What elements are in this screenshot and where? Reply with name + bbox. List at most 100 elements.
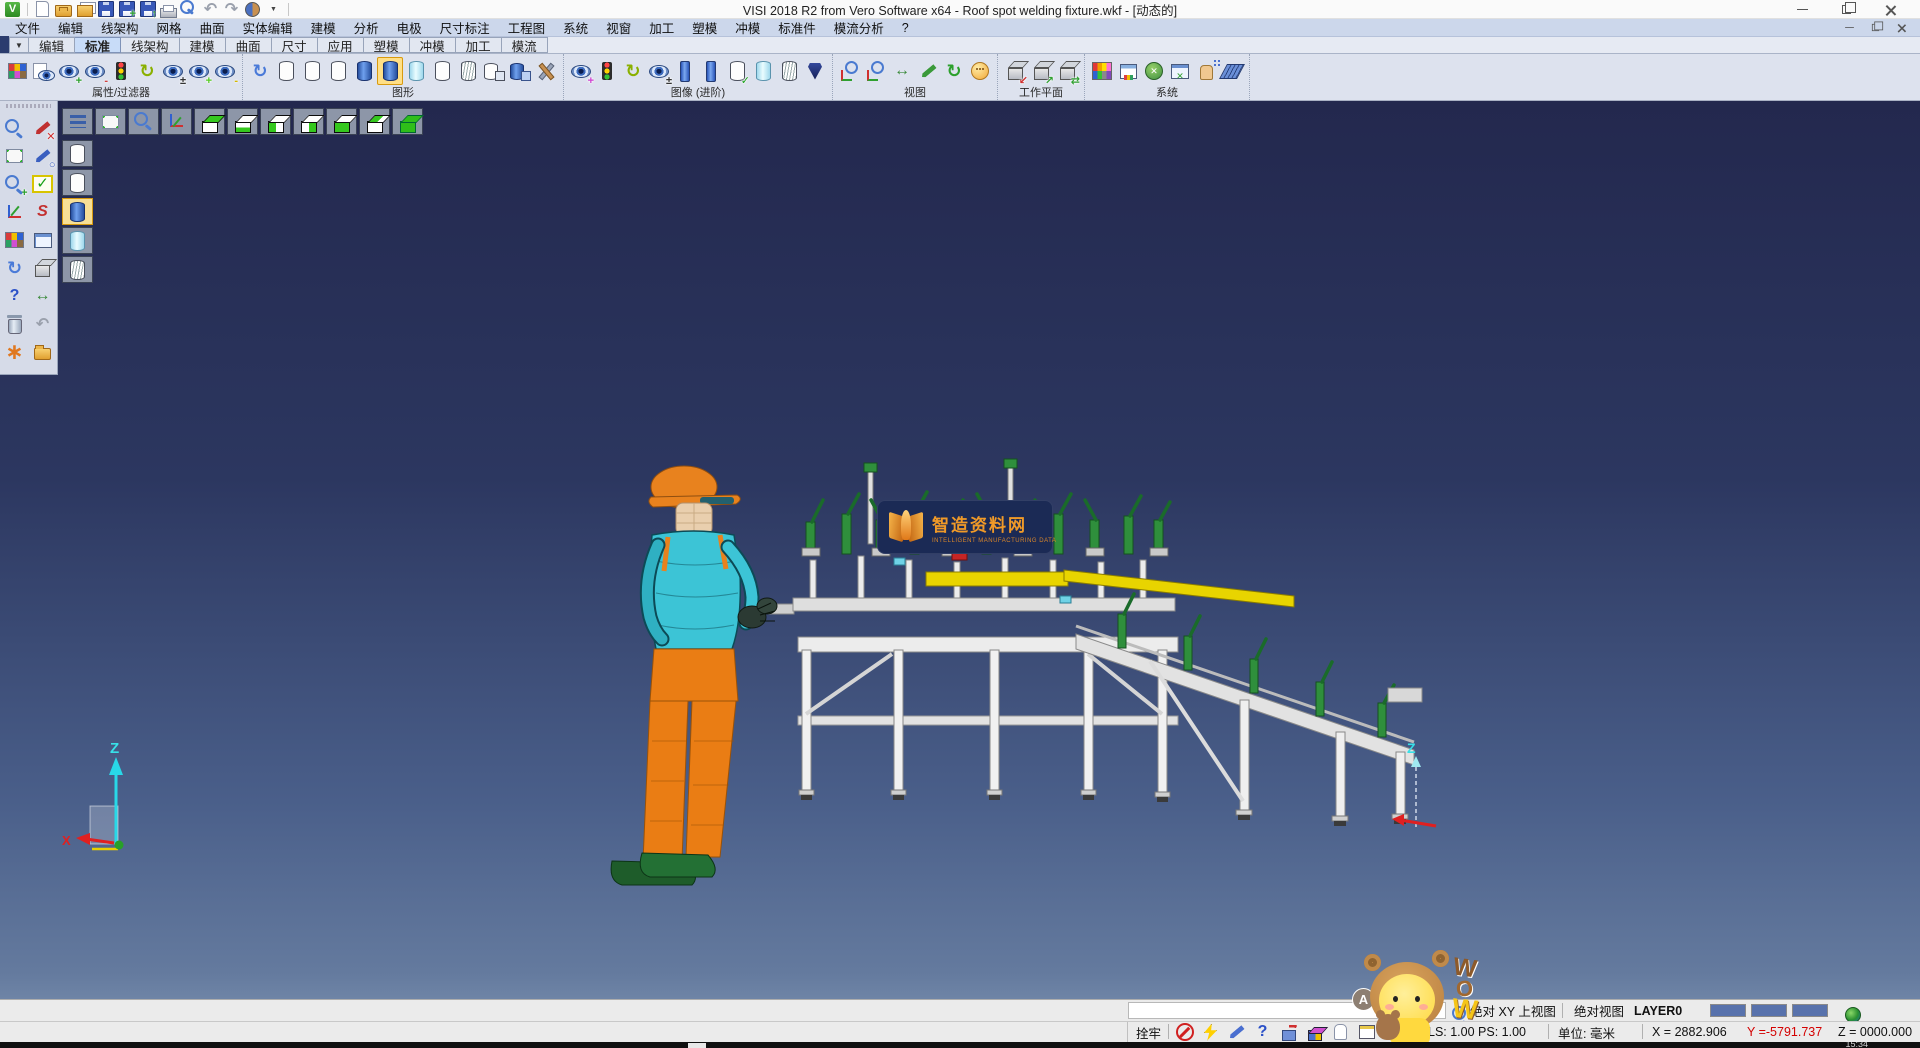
attribute-palette-icon[interactable] [4, 57, 30, 85]
render-mesh-button[interactable] [62, 256, 93, 283]
minimize-button[interactable] [1780, 0, 1824, 19]
visi-logo-icon[interactable] [3, 1, 22, 18]
rotate-view-icon[interactable] [941, 57, 967, 85]
render-wireframe-button[interactable] [62, 140, 93, 167]
filter-document-icon[interactable] [30, 57, 56, 85]
hide-selected-icon[interactable]: - [82, 57, 108, 85]
render-settings-icon[interactable] [533, 57, 559, 85]
color-cube-icon[interactable] [1302, 1023, 1327, 1042]
menu-item-15[interactable]: 冲模 [726, 17, 769, 38]
open-file-icon[interactable] [54, 1, 73, 18]
view-iso-icon[interactable] [395, 110, 421, 134]
shaded-mode-icon[interactable] [351, 57, 377, 85]
redo-icon[interactable] [222, 1, 241, 18]
advanced-material-icon[interactable] [802, 57, 828, 85]
menu-item-17[interactable]: 模流分析 [825, 17, 893, 38]
ucs-axis-icon[interactable] [2, 199, 28, 225]
quick-flash-icon[interactable] [1198, 1023, 1223, 1042]
view-right-button[interactable] [293, 108, 324, 135]
color-table-icon[interactable] [1089, 57, 1115, 85]
hide-all-icon[interactable]: - [212, 57, 238, 85]
history-icon[interactable] [243, 1, 262, 18]
solid-cube-icon[interactable] [30, 255, 56, 281]
view-iso-button[interactable] [392, 108, 423, 135]
view-bottom-icon[interactable] [230, 110, 256, 134]
show-hide-toggle-icon[interactable]: ± [160, 57, 186, 85]
tab-dropdown-button[interactable]: ▼ [9, 37, 29, 53]
zoom-extents-icon[interactable] [863, 57, 889, 85]
tab-3[interactable]: 建模 [180, 37, 226, 53]
doc-restore-button[interactable] [1862, 20, 1888, 35]
view-back-button[interactable] [359, 108, 390, 135]
menu-item-13[interactable]: 加工 [640, 17, 683, 38]
grid-settings-icon[interactable] [1219, 57, 1245, 85]
render-hidden-line-button[interactable] [62, 169, 93, 196]
lock-toggle[interactable]: 拴牢 [1136, 1022, 1161, 1042]
undo-icon[interactable] [201, 1, 220, 18]
curve-edit-icon[interactable] [30, 199, 56, 225]
advanced-bar-1-icon[interactable] [672, 57, 698, 85]
undo-edit-icon[interactable] [30, 311, 56, 337]
tab-7[interactable]: 塑模 [364, 37, 410, 53]
measure-view-icon[interactable] [889, 57, 915, 85]
workplane-entity-icon[interactable]: ↗ [1028, 57, 1054, 85]
view-front-button[interactable] [326, 108, 357, 135]
render-shaded-button[interactable] [62, 198, 93, 225]
open-project-icon[interactable] [30, 339, 56, 365]
menu-item-11[interactable]: 系统 [554, 17, 597, 38]
delete-icon[interactable] [2, 311, 28, 337]
axis-indicator-button[interactable] [161, 108, 192, 135]
wireframe-mode-icon[interactable] [273, 57, 299, 85]
doc-close-button[interactable] [1888, 20, 1914, 35]
tab-8[interactable]: 冲模 [410, 37, 456, 53]
view-left-button[interactable] [260, 108, 291, 135]
view-front-icon[interactable] [329, 110, 355, 134]
status-input-field[interactable] [1128, 1002, 1446, 1019]
refresh-filters-icon[interactable] [134, 57, 160, 85]
view-mode-label[interactable]: 绝对 XY 上视图 [1470, 1000, 1556, 1021]
erase-entity-icon[interactable]: ✕ [30, 115, 56, 141]
view-bottom-button[interactable] [227, 108, 258, 135]
render-shaded-icon[interactable] [65, 200, 91, 224]
zoom-view-icon[interactable] [837, 57, 863, 85]
menu-item-12[interactable]: 视窗 [597, 17, 640, 38]
save-all-icon[interactable]: ↑ [138, 1, 157, 18]
advanced-apply-icon[interactable]: ✓ [724, 57, 750, 85]
render-transparent-icon[interactable] [65, 229, 91, 253]
layer-manager-icon[interactable] [2, 227, 28, 253]
flat-shade-mode-icon[interactable] [429, 57, 455, 85]
tab-4[interactable]: 曲面 [226, 37, 272, 53]
system-config-icon[interactable] [1167, 57, 1193, 85]
confirm-check-icon[interactable] [30, 171, 56, 197]
select-plane-icon[interactable] [98, 110, 124, 134]
menu-item-18[interactable]: ? [893, 20, 918, 36]
system-options-icon[interactable] [1141, 57, 1167, 85]
shaded-edges-mode-icon[interactable] [377, 57, 403, 85]
measure-distance-icon[interactable] [30, 283, 56, 309]
dashed-hidden-mode-icon[interactable] [325, 57, 351, 85]
active-layer-label[interactable]: LAYER0 [1634, 1000, 1682, 1021]
window-small-icon[interactable] [1354, 1023, 1379, 1042]
layer-bar-0[interactable] [1710, 1004, 1746, 1017]
doc-minimize-button[interactable] [1836, 20, 1862, 35]
tab-1[interactable]: 标准 [75, 37, 121, 53]
layer-color-bars[interactable] [1710, 1000, 1833, 1021]
zoom-in-icon[interactable]: + [2, 171, 28, 197]
navigator-wheel-icon[interactable] [2, 339, 28, 365]
section-mode-icon[interactable] [481, 57, 507, 85]
package-io-icon[interactable] [1276, 1023, 1301, 1042]
view-top-button[interactable] [194, 108, 225, 135]
advanced-mesh-icon[interactable] [776, 57, 802, 85]
close-button[interactable] [1868, 0, 1912, 19]
glove-select-icon[interactable] [1328, 1023, 1353, 1042]
regenerate-graphics-icon[interactable] [247, 57, 273, 85]
select-plane-button[interactable] [95, 108, 126, 135]
section-shaded-mode-icon[interactable] [507, 57, 533, 85]
transparent-mode-icon[interactable] [403, 57, 429, 85]
tab-9[interactable]: 加工 [456, 37, 502, 53]
advanced-show-icon[interactable]: + [568, 57, 594, 85]
tab-5[interactable]: 尺寸 [272, 37, 318, 53]
help-icon[interactable] [2, 283, 28, 309]
advanced-transparent-icon[interactable] [750, 57, 776, 85]
render-wireframe-icon[interactable] [65, 142, 91, 166]
